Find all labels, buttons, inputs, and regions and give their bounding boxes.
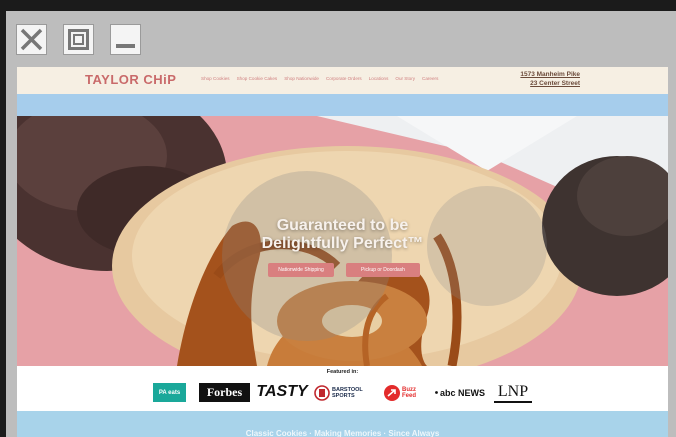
barstool-badge-icon [314,384,330,401]
nav-locations[interactable]: Locations [369,76,389,81]
footer-tagline: Classic Cookies · Making Memories · Sinc… [245,429,440,437]
pickup-doordash-button[interactable]: Pickup or Doordash [346,263,420,277]
tasty-logo-text: TASTY [256,383,308,400]
site-header: TAYLOR CHiP Shop Cookies Shop Cookie Cak… [17,67,668,94]
maximize-button[interactable] [63,24,94,55]
address-center[interactable]: 23 Center Street [520,79,580,88]
nav-corporate-orders[interactable]: Corporate Orders [326,76,362,81]
nav-careers[interactable]: Careers [422,76,438,81]
close-button[interactable] [16,24,47,55]
hero-banner: Guaranteed to be Delightfully Perfect™ N… [17,116,668,366]
abc-news-logo-text: abc NEWS [439,387,485,398]
buzzfeed-arrow-icon [384,384,400,401]
hero-headline-line1: Guaranteed to be [276,217,409,234]
abc-news-logo[interactable]: abc NEWS [435,383,485,402]
minimize-icon [116,44,135,48]
store-addresses: 1573 Manheim Pike 23 Center Street [520,70,580,88]
nationwide-shipping-button[interactable]: Nationwide Shipping [268,263,334,277]
featured-label: Featured in: [326,369,359,375]
maximize-icon [68,29,89,50]
pa-eats-logo[interactable]: PA eats [153,383,186,402]
buzzfeed-logo-text: Buzz Feed [402,386,417,399]
lnp-logo[interactable]: LNP [494,382,532,403]
abc-circle-icon [435,391,438,394]
forbes-logo-text: Forbes [206,385,243,399]
press-logos: PA eats Forbes TASTY BARSTOOL SPORTS Buz… [17,381,668,403]
hero-headline-line2: Delightfully Perfect™ [261,235,424,252]
nav-shop-cookies[interactable]: Shop Cookies [201,76,230,81]
minimize-button[interactable] [110,24,141,55]
buzzfeed-logo[interactable]: Buzz Feed [384,383,426,402]
forbes-logo[interactable]: Forbes [199,383,250,402]
nav-shop-nationwide[interactable]: Shop Nationwide [284,76,319,81]
nav-our-story[interactable]: Our Story [395,76,415,81]
hero-headline: Guaranteed to be Delightfully Perfect™ [17,217,668,253]
barstool-logo-text: BARSTOOL SPORTS [332,386,363,399]
pa-eats-logo-text: PA eats [158,389,181,396]
site-nav: Shop Cookies Shop Cookie Cakes Shop Nati… [201,76,445,81]
web-page: TAYLOR CHiP Shop Cookies Shop Cookie Cak… [17,67,668,437]
nav-shop-cookie-cakes[interactable]: Shop Cookie Cakes [237,76,278,81]
site-logo[interactable]: TAYLOR CHiP [85,72,176,87]
announcement-band [17,94,668,116]
footer-band: Classic Cookies · Making Memories · Sinc… [17,411,668,437]
browser-window: TAYLOR CHiP Shop Cookies Shop Cookie Cak… [6,11,676,437]
lnp-logo-text: LNP [497,382,529,400]
close-icon [20,28,43,51]
address-manheim[interactable]: 1573 Manheim Pike [520,70,580,79]
featured-in-section: Featured in: PA eats Forbes TASTY BARSTO… [17,366,668,411]
barstool-sports-logo[interactable]: BARSTOOL SPORTS [314,383,376,402]
tasty-logo[interactable]: TASTY [256,382,307,402]
